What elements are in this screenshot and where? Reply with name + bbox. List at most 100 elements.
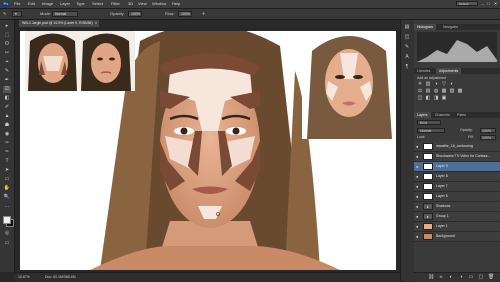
tab-paths[interactable]: Paths xyxy=(454,112,469,118)
path-select-tool-icon[interactable]: ➤ xyxy=(3,167,11,174)
layer-row[interactable]: ● Shockwave TV Video for Contour... xyxy=(414,152,500,162)
quick-select-tool-icon[interactable]: ✂ xyxy=(3,50,11,57)
tab-histogram[interactable]: Histogram xyxy=(414,24,436,30)
levels-icon[interactable]: ▥ xyxy=(425,82,431,87)
more-tools-icon[interactable]: … xyxy=(3,203,11,210)
menu-type[interactable]: Type xyxy=(76,1,85,7)
tab-layers[interactable]: Layers xyxy=(414,112,431,118)
quick-mask-icon[interactable]: ◎ xyxy=(3,230,11,237)
move-tool-icon[interactable]: ▸ xyxy=(3,23,11,30)
layer-row[interactable]: ● ▸ Shadows xyxy=(414,202,500,212)
brush-tool-icon[interactable]: ✎ xyxy=(3,11,6,17)
new-adjustment-icon[interactable]: ◑ xyxy=(458,275,464,280)
menu-file[interactable]: File xyxy=(14,1,20,7)
stamp-tool-icon[interactable]: ◧ xyxy=(3,95,11,102)
canvas-area[interactable] xyxy=(15,28,400,272)
visibility-eye-icon[interactable]: ● xyxy=(416,144,418,149)
zoom-tool-icon[interactable]: 🔍 xyxy=(3,194,11,201)
exposure-icon[interactable]: ▽ xyxy=(441,82,447,87)
brush-tool-icon[interactable]: ⎚ xyxy=(3,86,11,93)
close-tab-icon[interactable]: × xyxy=(95,20,97,27)
foreground-color-swatch[interactable] xyxy=(3,216,11,224)
hand-tool-icon[interactable]: ✋ xyxy=(3,185,11,192)
menu-select[interactable]: Select xyxy=(92,1,103,7)
trash-icon[interactable]: 🗑 xyxy=(488,275,494,280)
properties-panel-icon[interactable]: ◫ xyxy=(403,34,411,41)
healing-tool-icon[interactable]: ✒ xyxy=(3,77,11,84)
posterize-icon[interactable]: ◧ xyxy=(425,96,431,101)
color-balance-icon[interactable]: ⚖ xyxy=(417,89,423,94)
curves-icon[interactable]: ◑ xyxy=(433,82,439,87)
menu-edit[interactable]: Edit xyxy=(28,1,35,7)
layer-opacity-input[interactable]: 100% xyxy=(480,128,496,133)
flow-input[interactable]: 100% xyxy=(178,11,192,17)
layer-row[interactable]: ● marathe_16_contouring xyxy=(414,142,500,152)
menu-view[interactable]: View xyxy=(138,1,147,7)
menu-layer[interactable]: Layer xyxy=(60,1,70,7)
menu-filter[interactable]: Filter xyxy=(111,1,120,7)
visibility-eye-icon[interactable]: ● xyxy=(416,214,418,219)
photo-filter-icon[interactable]: ▦ xyxy=(441,89,447,94)
brush-panel-icon[interactable]: ✎ xyxy=(403,44,411,51)
visibility-eye-icon[interactable]: ● xyxy=(416,184,418,189)
tab-libraries[interactable]: Libraries xyxy=(414,68,433,74)
opacity-input[interactable]: 100% xyxy=(128,11,142,17)
new-layer-icon[interactable]: ▢ xyxy=(478,275,484,280)
tab-channels[interactable]: Channels xyxy=(432,112,453,118)
layer-row[interactable]: ● Background xyxy=(414,232,500,242)
layer-filter-select[interactable]: Kind xyxy=(417,120,441,125)
add-mask-icon[interactable]: ◐ xyxy=(448,275,454,280)
maximize-button[interactable]: □ xyxy=(486,1,491,6)
document-tab[interactable]: Will-4 Jargin.psd @ 16.5% (Laser 9, RGB/… xyxy=(19,20,99,27)
blend-mode-select[interactable]: Normal xyxy=(417,128,445,133)
blur-tool-icon[interactable]: ◉ xyxy=(3,131,11,138)
visibility-eye-icon[interactable]: ● xyxy=(416,194,418,199)
visibility-eye-icon[interactable]: ● xyxy=(416,224,418,229)
brush-preset-picker[interactable]: ▾ xyxy=(12,11,22,17)
menu-help[interactable]: Help xyxy=(172,1,180,7)
brightness-icon[interactable]: ☀ xyxy=(417,82,423,87)
hue-saturation-icon[interactable]: ▤ xyxy=(425,89,431,94)
airbrush-icon[interactable]: ✈ xyxy=(202,11,205,17)
visibility-eye-icon[interactable]: ● xyxy=(416,164,418,169)
gradient-tool-icon[interactable]: ☗ xyxy=(3,122,11,129)
channel-mixer-icon[interactable]: ▨ xyxy=(449,89,455,94)
minimize-button[interactable]: – xyxy=(480,1,485,6)
layer-row[interactable]: ● Layer 8 xyxy=(414,172,500,182)
new-group-icon[interactable]: ▭ xyxy=(468,275,474,280)
layer-style-icon[interactable]: fx xyxy=(438,275,444,280)
shape-tool-icon[interactable]: ▭ xyxy=(3,176,11,183)
screen-mode-icon[interactable]: ▭ xyxy=(3,240,11,247)
invert-icon[interactable]: ◫ xyxy=(417,96,423,101)
crop-tool-icon[interactable]: ⌖ xyxy=(3,59,11,66)
close-window-button[interactable]: ✕ xyxy=(493,1,498,6)
eraser-tool-icon[interactable]: ▲ xyxy=(3,113,11,120)
gradient-map-icon[interactable]: ▣ xyxy=(441,96,447,101)
menu-3d[interactable]: 3D xyxy=(128,1,133,7)
pen-tool-icon[interactable]: ✑ xyxy=(3,149,11,156)
tab-adjustments[interactable]: Adjustments xyxy=(436,68,462,74)
fill-input[interactable]: 100% xyxy=(480,135,496,140)
black-white-icon[interactable]: ◍ xyxy=(433,89,439,94)
dodge-tool-icon[interactable]: ✑ xyxy=(3,140,11,147)
history-brush-tool-icon[interactable]: ✐ xyxy=(3,104,11,111)
tab-navigator[interactable]: Navigator xyxy=(440,24,461,30)
layer-row[interactable]: ● ▸ Group 1 xyxy=(414,212,500,222)
layer-row[interactable]: ● Layer 6 xyxy=(414,192,500,202)
document-canvas[interactable] xyxy=(20,31,396,270)
layer-row[interactable]: ● Layer 7 xyxy=(414,182,500,192)
eyedropper-tool-icon[interactable]: ✎ xyxy=(3,68,11,75)
vibrance-icon[interactable]: ◐ xyxy=(449,82,455,87)
history-panel-icon[interactable]: ▤ xyxy=(403,24,411,31)
visibility-eye-icon[interactable]: ● xyxy=(416,204,418,209)
menu-image[interactable]: Image xyxy=(42,1,53,7)
workspace-select[interactable]: Default xyxy=(456,1,478,6)
link-layers-icon[interactable]: ⛓ xyxy=(428,275,434,280)
lasso-tool-icon[interactable]: ʘ xyxy=(3,41,11,48)
color-lookup-icon[interactable]: ▩ xyxy=(457,89,463,94)
layer-row[interactable]: ● Layer 1 xyxy=(414,222,500,232)
threshold-icon[interactable]: ◨ xyxy=(433,96,439,101)
paragraph-panel-icon[interactable]: ¶ xyxy=(403,64,411,71)
visibility-eye-icon[interactable]: ● xyxy=(416,234,418,239)
visibility-eye-icon[interactable]: ● xyxy=(416,154,418,159)
